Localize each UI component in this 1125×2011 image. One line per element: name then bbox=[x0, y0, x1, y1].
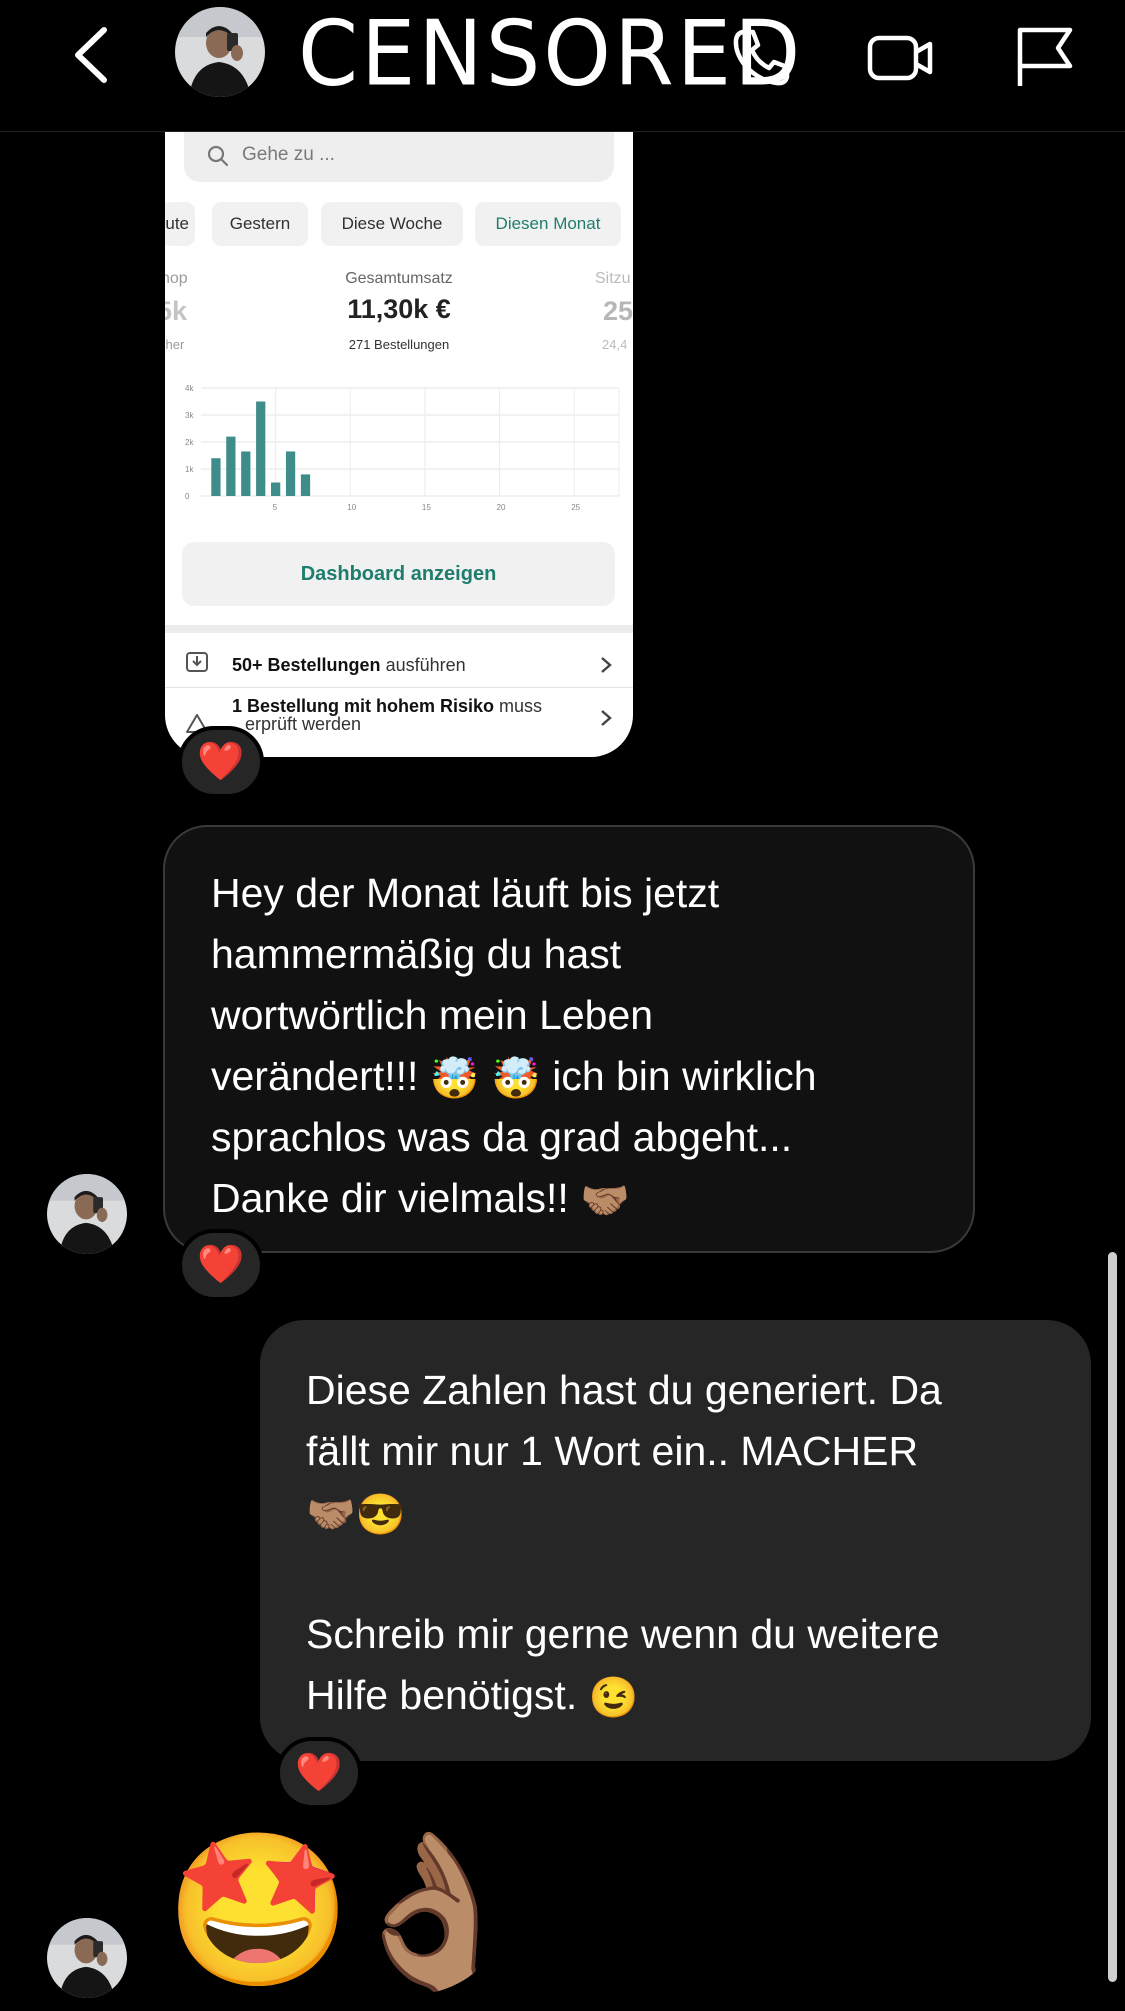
task-row-fulfill-orders[interactable]: 50+ Bestellungen ausführen bbox=[165, 644, 633, 686]
chip-this-month: Diesen Monat bbox=[475, 202, 621, 246]
chart-bar bbox=[256, 401, 266, 496]
screenshot-search-bar: Gehe zu ... bbox=[184, 132, 614, 182]
sender-avatar[interactable] bbox=[47, 1174, 127, 1254]
handshake-emoji: 🤝🏽 bbox=[580, 1179, 630, 1223]
scrollbar[interactable] bbox=[1108, 1252, 1117, 1982]
search-icon bbox=[207, 145, 229, 167]
x-tick-label: 10 bbox=[347, 503, 356, 512]
incoming-message[interactable]: Hey der Monat läuft bis jetzt hammermäßi… bbox=[163, 825, 975, 1253]
metric-main-sub: 271 Bestellungen bbox=[348, 337, 450, 352]
chip-today-partial: ute bbox=[165, 202, 195, 246]
heart-reaction[interactable]: ❤️ bbox=[276, 1737, 362, 1809]
metric-right-sub: 24,4 bbox=[602, 337, 628, 352]
message-line: Hilfe benötigst. 😉 bbox=[306, 1672, 639, 1720]
flag-icon bbox=[1017, 27, 1073, 86]
phone-button[interactable] bbox=[727, 22, 797, 92]
avatar-image bbox=[47, 1174, 127, 1254]
search-placeholder: Gehe zu ... bbox=[242, 144, 335, 165]
heart-reaction[interactable]: ❤️ bbox=[178, 1229, 264, 1301]
heart-reaction[interactable]: ❤️ bbox=[178, 726, 264, 798]
chevron-right-icon bbox=[601, 710, 612, 726]
message-line: Danke dir vielmals!! 🤝🏽 bbox=[211, 1175, 630, 1223]
y-tick-label: 1k bbox=[185, 465, 194, 474]
metric-main-label: Gesamtumsatz bbox=[345, 270, 453, 287]
message-line: Schreib mir gerne wenn du weitere bbox=[306, 1611, 940, 1657]
exploding-head-emoji: 🤯 bbox=[491, 1057, 541, 1101]
exploding-head-emoji: 🤯 bbox=[429, 1057, 480, 1101]
chip-yesterday: Gestern bbox=[212, 202, 308, 246]
shared-screenshot[interactable]: Gehe zu ... ute Gestern Diese Woche Dies… bbox=[165, 132, 633, 757]
message-line: 🤝🏽😎 bbox=[306, 1482, 1051, 1543]
row-divider bbox=[165, 687, 633, 688]
ok-hand-emoji[interactable]: 👌🏽 bbox=[338, 1835, 525, 1985]
metric-right-value: 25 bbox=[603, 296, 633, 326]
metric-left-sub: cher bbox=[165, 337, 185, 352]
metric-right-label: Sitzu bbox=[595, 270, 631, 287]
y-tick-label: 4k bbox=[185, 384, 194, 393]
y-tick-label: 2k bbox=[185, 438, 194, 447]
back-button[interactable] bbox=[66, 22, 120, 88]
revenue-bar-chart: 0 1k 2k 3k 4k 5 10 15 20 25 bbox=[185, 384, 620, 512]
dashboard-button[interactable]: Dashboard anzeigen bbox=[182, 542, 615, 606]
y-tick-label: 3k bbox=[185, 411, 194, 420]
x-tick-label: 15 bbox=[422, 503, 431, 512]
message-line: hammermäßig du hast bbox=[211, 931, 622, 977]
task-label: 50+ Bestellungen ausführen bbox=[232, 655, 466, 675]
chevron-right-icon bbox=[601, 657, 612, 673]
message-line: Diese Zahlen hast du generiert. Da bbox=[306, 1367, 942, 1413]
message-line bbox=[306, 1543, 1051, 1604]
handshake-sunglasses-emoji: 🤝🏽😎 bbox=[306, 1493, 406, 1537]
y-tick-label: 0 bbox=[185, 492, 190, 501]
chevron-left-icon bbox=[75, 27, 107, 83]
avatar-image bbox=[47, 1918, 127, 1998]
chart-bar bbox=[271, 482, 281, 496]
video-icon bbox=[867, 35, 933, 81]
x-tick-label: 5 bbox=[273, 503, 278, 512]
star-struck-emoji[interactable]: 🤩 bbox=[165, 1835, 352, 1985]
wink-emoji: 😉 bbox=[588, 1676, 639, 1720]
chart-bar bbox=[211, 458, 221, 496]
phone-icon bbox=[733, 29, 790, 86]
chart-bar bbox=[300, 474, 311, 496]
task-label: 1 Bestellung mit hohem Risiko muss bbox=[232, 696, 543, 716]
report-button[interactable] bbox=[1010, 22, 1080, 92]
message-line: sprachlos was da grad abgeht... bbox=[211, 1114, 793, 1160]
message-line: wortwörtlich mein Leben bbox=[211, 992, 654, 1038]
section-divider bbox=[165, 625, 633, 633]
chart-bar bbox=[241, 451, 251, 496]
chart-bar bbox=[226, 436, 236, 496]
x-tick-label: 25 bbox=[571, 503, 580, 512]
chip-this-week: Diese Woche bbox=[321, 202, 463, 246]
contact-avatar[interactable] bbox=[175, 7, 265, 97]
metric-main-value: 11,30k € bbox=[347, 294, 451, 324]
outgoing-message[interactable]: Diese Zahlen hast du generiert. Da fällt… bbox=[260, 1320, 1091, 1761]
sender-avatar[interactable] bbox=[47, 1918, 127, 1998]
chart-bar bbox=[285, 451, 296, 496]
download-box-icon bbox=[186, 652, 208, 672]
metric-left-label: hop bbox=[165, 270, 188, 287]
task-label-line2: erprüft werden bbox=[245, 714, 362, 734]
chat-header: CENSORED bbox=[0, 0, 1125, 132]
message-line: verändert!!! 🤯 🤯 ich bin wirklich bbox=[211, 1053, 817, 1101]
avatar-image bbox=[175, 7, 265, 97]
video-call-button[interactable] bbox=[866, 22, 936, 92]
x-tick-label: 20 bbox=[497, 503, 506, 512]
metric-left-value: 5k bbox=[165, 296, 188, 326]
message-line: fällt mir nur 1 Wort ein.. MACHER bbox=[306, 1428, 919, 1474]
message-line: Hey der Monat läuft bis jetzt bbox=[211, 870, 720, 916]
